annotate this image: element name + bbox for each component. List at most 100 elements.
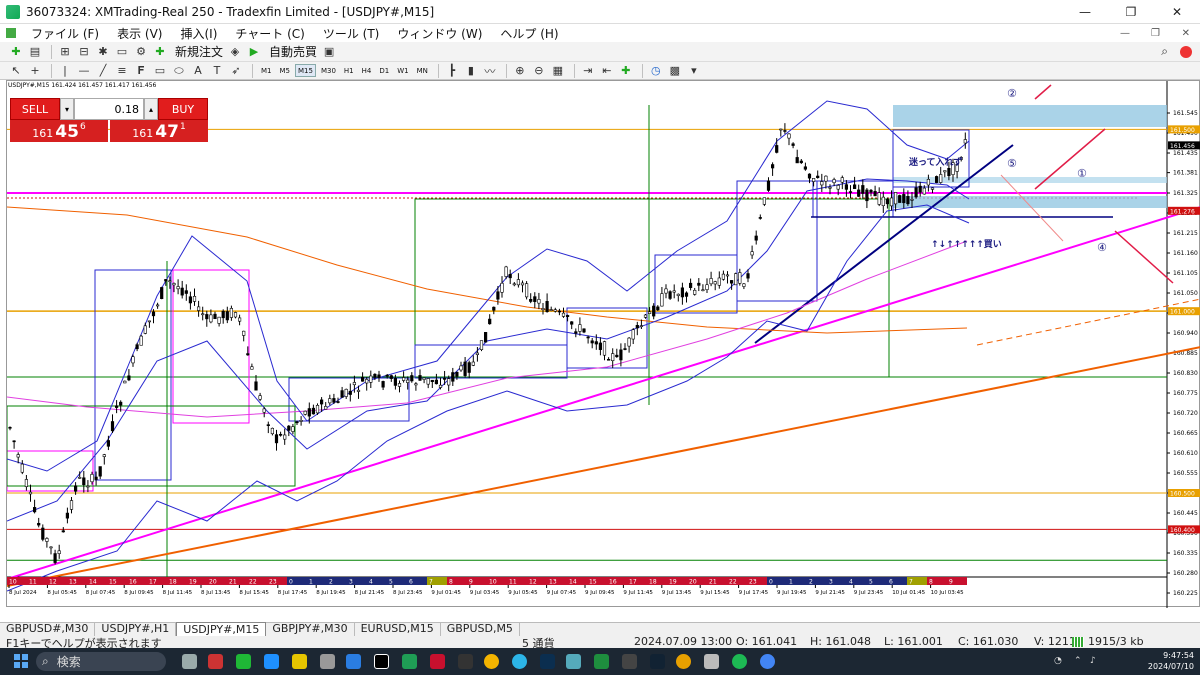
rectangle-icon[interactable]: ▭ (152, 63, 168, 79)
maximize-button[interactable]: ❐ (1108, 0, 1154, 24)
buy-button[interactable]: BUY (158, 98, 208, 120)
cursor-icon[interactable]: ↖ (8, 63, 24, 79)
app-icon-grey[interactable] (704, 654, 719, 669)
file-explorer-icon[interactable] (320, 654, 335, 669)
skype-icon[interactable] (264, 654, 279, 669)
steam-icon[interactable] (540, 654, 555, 669)
label-icon[interactable]: T (209, 63, 225, 79)
github-icon[interactable] (458, 654, 473, 669)
menu-chart[interactable]: チャート (C) (226, 25, 313, 42)
navigator-icon[interactable]: ✱ (95, 44, 111, 60)
lot-size-input[interactable] (74, 98, 144, 120)
strategy-tester-icon[interactable]: ⚙ (133, 44, 149, 60)
arrow-icon[interactable]: ➶ (228, 63, 244, 79)
xm-terminal-icon[interactable] (374, 654, 389, 669)
app-icon-dark[interactable] (622, 654, 637, 669)
bar-chart-icon[interactable]: ┣ (444, 63, 460, 79)
chart-area[interactable]: 161.545 161.490 161.435 161.381 161.325 161.2… (6, 80, 1200, 608)
zoom-in-icon[interactable]: ⊕ (512, 63, 528, 79)
excel-icon[interactable] (402, 654, 417, 669)
templates-icon[interactable]: ▩ (667, 63, 683, 79)
taskbar-search[interactable]: ⌕ 検索 (36, 652, 166, 671)
auto-trade-icon[interactable]: ▶ (246, 44, 262, 60)
minimize-button[interactable]: — (1062, 0, 1108, 24)
tab-gbpusd-m30[interactable]: GBPUSD#,M30 (0, 622, 96, 636)
connection-icon[interactable] (1072, 637, 1084, 647)
menu-insert[interactable]: 挿入(I) (171, 25, 226, 42)
lot-decrease-button[interactable]: ▾ (60, 98, 74, 120)
clock[interactable]: 9:47:54 2024/07/10 (1148, 650, 1194, 672)
windows-start-icon[interactable] (14, 654, 28, 668)
system-tray-icon[interactable]: ◔ (1054, 656, 1062, 666)
tab-gbpjpy-m30[interactable]: GBPJPY#,M30 (266, 622, 355, 636)
close-child-icon[interactable]: ✕ (1182, 28, 1190, 39)
tile-icon[interactable]: ▦ (550, 63, 566, 79)
new-order-button[interactable]: 新規注文 (171, 43, 227, 60)
sell-price[interactable]: 161 45 6 (10, 120, 108, 142)
search-icon[interactable]: ⌕ (1161, 44, 1168, 59)
norton-icon[interactable] (292, 654, 307, 669)
data-window-icon[interactable]: ⊟ (76, 44, 92, 60)
periods-icon[interactable]: ◷ (648, 63, 664, 79)
autoscroll-icon[interactable]: ⇥ (580, 63, 596, 79)
signals-icon[interactable]: ▣ (321, 44, 337, 60)
restore-child-icon[interactable]: ❐ (1151, 28, 1160, 39)
market-watch-icon[interactable]: ⊞ (57, 44, 73, 60)
tray-chevron-icon[interactable]: ⌃ (1074, 656, 1082, 666)
close-button[interactable]: ✕ (1154, 0, 1200, 24)
fibonacci-icon[interactable]: 𝐅 (133, 63, 149, 79)
auto-trade-button[interactable]: 自動売買 (265, 43, 321, 60)
volume-icon[interactable]: ♪ (1090, 656, 1096, 666)
word-icon[interactable] (346, 654, 361, 669)
line-chart-icon[interactable]: 〰 (482, 63, 498, 79)
menu-file[interactable]: ファイル (F) (22, 25, 108, 42)
profiles-icon[interactable]: ▤ (27, 44, 43, 60)
templates-dropdown-icon[interactable]: ▾ (686, 63, 702, 79)
new-chart-icon[interactable]: ✚ (8, 44, 24, 60)
timeframe-d1[interactable]: D1 (376, 64, 392, 77)
vertical-line-icon[interactable]: | (57, 63, 73, 79)
menu-tools[interactable]: ツール (T) (314, 25, 389, 42)
tab-usdjpy-m15[interactable]: USDJPY#,M15 (176, 622, 267, 636)
chart-shift-icon[interactable]: ⇤ (599, 63, 615, 79)
timeframe-m5[interactable]: M5 (277, 64, 294, 77)
channel-icon[interactable]: ≡ (114, 63, 130, 79)
app-icon-orange[interactable] (676, 654, 691, 669)
app-icon-navy[interactable] (650, 654, 665, 669)
sell-button[interactable]: SELL (10, 98, 60, 120)
timeframe-m15[interactable]: M15 (295, 64, 316, 77)
timeframe-w1[interactable]: W1 (394, 64, 411, 77)
fx-app-icon[interactable] (430, 654, 445, 669)
timeframe-h4[interactable]: H4 (359, 64, 375, 77)
app-icon-green[interactable] (594, 654, 609, 669)
menu-help[interactable]: ヘルプ (H) (491, 25, 567, 42)
crosshair-icon[interactable]: + (27, 63, 43, 79)
app-icon-teal[interactable] (566, 654, 581, 669)
minimize-child-icon[interactable]: — (1120, 28, 1130, 39)
ellipse-icon[interactable]: ⬭ (171, 63, 187, 79)
line-app-icon[interactable] (236, 654, 251, 669)
terminal-icon[interactable]: ▭ (114, 44, 130, 60)
tab-usdjpy-h1[interactable]: USDJPY#,H1 (95, 622, 177, 636)
chrome-icon[interactable] (484, 654, 499, 669)
indicators-icon[interactable]: ✚ (618, 63, 634, 79)
timeframe-h1[interactable]: H1 (341, 64, 357, 77)
task-view-icon[interactable] (182, 654, 197, 669)
timeframe-m1[interactable]: M1 (258, 64, 275, 77)
tab-gbpusd-m5[interactable]: GBPUSD,M5 (441, 622, 520, 636)
horizontal-line-icon[interactable]: — (76, 63, 92, 79)
text-icon[interactable]: A (190, 63, 206, 79)
chrome-profile-icon[interactable] (760, 654, 775, 669)
timeframe-m30[interactable]: M30 (318, 64, 339, 77)
lot-increase-button[interactable]: ▴ (144, 98, 158, 120)
menu-window[interactable]: ウィンドウ (W) (388, 25, 491, 42)
menu-view[interactable]: 表示 (V) (108, 25, 171, 42)
notification-icon[interactable] (1180, 45, 1192, 58)
zoom-out-icon[interactable]: ⊖ (531, 63, 547, 79)
candle-chart-icon[interactable]: ▮ (463, 63, 479, 79)
tab-eurusd-m15[interactable]: EURUSD,M15 (355, 622, 441, 636)
buy-price[interactable]: 161 47 1 (110, 120, 208, 142)
edge-icon[interactable] (512, 654, 527, 669)
price-chart[interactable]: 161.545161.490161.435161.381161.325161.2… (7, 81, 1200, 608)
trendline-icon[interactable]: ╱ (95, 63, 111, 79)
